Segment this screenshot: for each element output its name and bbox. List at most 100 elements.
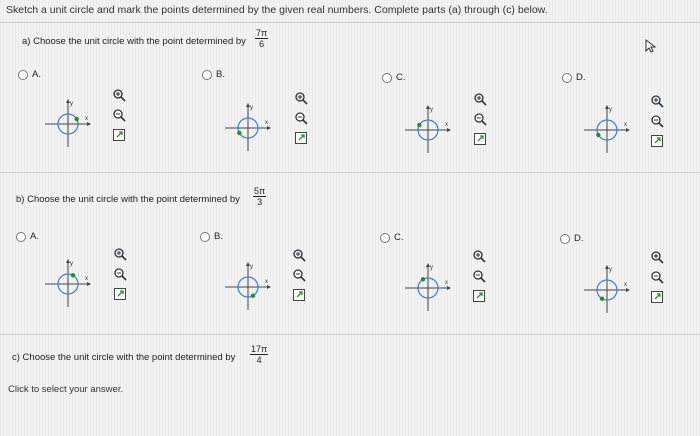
part-c-question: c) Choose the unit circle with the point… bbox=[12, 352, 236, 363]
unit-circle-graph: xy bbox=[405, 263, 451, 311]
part-b-option-d[interactable]: D. bbox=[560, 233, 584, 244]
expand-icon[interactable] bbox=[650, 290, 664, 304]
graph-tools bbox=[650, 94, 664, 148]
x-axis-label: x bbox=[85, 116, 88, 122]
radio-button[interactable] bbox=[16, 231, 26, 242]
zoom-in-icon[interactable] bbox=[473, 92, 487, 106]
instruction-bar: Sketch a unit circle and mark the points… bbox=[0, 0, 700, 23]
unit-circle-graph: xy bbox=[584, 265, 630, 313]
part-b-question: b) Choose the unit circle with the point… bbox=[16, 194, 240, 205]
footer-hint: Click to select your answer. bbox=[8, 384, 124, 395]
expand-icon[interactable] bbox=[650, 134, 664, 148]
marked-point bbox=[74, 116, 79, 122]
part-a-option-a[interactable]: A. bbox=[18, 69, 41, 80]
x-axis-arrow bbox=[626, 288, 630, 292]
zoom-out-icon[interactable] bbox=[472, 269, 486, 283]
radio-button[interactable] bbox=[562, 72, 572, 83]
graph-tools bbox=[292, 248, 306, 302]
x-axis-arrow bbox=[626, 128, 630, 132]
part-a-option-b[interactable]: B. bbox=[202, 69, 225, 80]
instruction-text: Sketch a unit circle and mark the points… bbox=[6, 4, 548, 16]
x-axis-label: x bbox=[624, 122, 627, 128]
part-b-option-b[interactable]: B. bbox=[200, 231, 223, 242]
graph-tools bbox=[112, 88, 126, 142]
zoom-in-icon[interactable] bbox=[112, 88, 126, 102]
y-axis-label: y bbox=[609, 107, 612, 113]
x-axis-label: x bbox=[445, 280, 448, 286]
zoom-out-icon[interactable] bbox=[112, 108, 126, 122]
marked-point bbox=[599, 296, 605, 301]
expand-icon[interactable] bbox=[294, 131, 308, 145]
radio-button[interactable] bbox=[382, 72, 392, 83]
unit-circle-graph: xy bbox=[225, 262, 271, 310]
x-axis-label: x bbox=[624, 282, 627, 288]
x-axis-label: x bbox=[265, 279, 268, 285]
zoom-in-icon[interactable] bbox=[294, 91, 308, 105]
zoom-out-icon[interactable] bbox=[113, 267, 127, 281]
x-axis-label: x bbox=[85, 276, 88, 282]
radio-button[interactable] bbox=[560, 233, 570, 244]
graph-tools bbox=[113, 247, 127, 301]
marked-point bbox=[70, 273, 76, 278]
zoom-out-icon[interactable] bbox=[294, 111, 308, 125]
zoom-in-icon[interactable] bbox=[650, 250, 664, 264]
y-axis-label: y bbox=[250, 105, 253, 111]
part-a-option-c[interactable]: C. bbox=[382, 72, 406, 83]
zoom-in-icon[interactable] bbox=[292, 248, 306, 262]
unit-circle-graph: xy bbox=[405, 105, 451, 153]
marked-point bbox=[420, 277, 426, 282]
zoom-out-icon[interactable] bbox=[292, 268, 306, 282]
y-axis-label: y bbox=[70, 101, 73, 107]
y-axis-label: y bbox=[70, 261, 73, 267]
x-axis-arrow bbox=[267, 285, 271, 289]
expand-icon[interactable] bbox=[112, 128, 126, 142]
zoom-out-icon[interactable] bbox=[650, 270, 664, 284]
y-axis-label: y bbox=[250, 264, 253, 270]
mouse-cursor-icon bbox=[645, 39, 657, 53]
expand-icon[interactable] bbox=[292, 288, 306, 302]
part-a-question: a) Choose the unit circle with the point… bbox=[22, 36, 246, 47]
x-axis-arrow bbox=[87, 122, 91, 126]
radio-button[interactable] bbox=[200, 231, 210, 242]
marked-point bbox=[250, 293, 256, 298]
part-a-option-d[interactable]: D. bbox=[562, 72, 586, 83]
x-axis-label: x bbox=[445, 122, 448, 128]
x-axis-arrow bbox=[87, 282, 91, 286]
marked-point bbox=[237, 130, 242, 136]
unit-circle-graph: xy bbox=[584, 105, 630, 153]
zoom-out-icon[interactable] bbox=[650, 114, 664, 128]
section-divider bbox=[0, 172, 700, 173]
y-axis-label: y bbox=[430, 107, 433, 113]
zoom-in-icon[interactable] bbox=[113, 247, 127, 261]
zoom-in-icon[interactable] bbox=[472, 249, 486, 263]
radio-button[interactable] bbox=[18, 69, 28, 80]
part-c-fraction: 17π 4 bbox=[250, 344, 269, 365]
x-axis-arrow bbox=[447, 128, 451, 132]
marked-point bbox=[417, 122, 422, 128]
x-axis-arrow bbox=[447, 286, 451, 290]
radio-button[interactable] bbox=[380, 232, 390, 243]
y-axis-label: y bbox=[430, 265, 433, 271]
radio-button[interactable] bbox=[202, 69, 212, 80]
part-b-fraction: 5π 3 bbox=[253, 186, 267, 207]
zoom-in-icon[interactable] bbox=[650, 94, 664, 108]
unit-circle-graph: xy bbox=[225, 103, 271, 151]
graph-tools bbox=[294, 91, 308, 145]
zoom-out-icon[interactable] bbox=[473, 112, 487, 126]
part-a-fraction: 7π 6 bbox=[255, 28, 269, 49]
section-divider bbox=[0, 334, 700, 335]
part-b-option-c[interactable]: C. bbox=[380, 232, 404, 243]
marked-point bbox=[596, 132, 601, 138]
part-b-option-a[interactable]: A. bbox=[16, 231, 39, 242]
graph-tools bbox=[650, 250, 664, 304]
y-axis-label: y bbox=[609, 267, 612, 273]
graph-tools bbox=[472, 249, 486, 303]
expand-icon[interactable] bbox=[113, 287, 127, 301]
x-axis-arrow bbox=[267, 126, 271, 130]
expand-icon[interactable] bbox=[472, 289, 486, 303]
expand-icon[interactable] bbox=[473, 132, 487, 146]
unit-circle-graph: xy bbox=[45, 259, 91, 307]
graph-tools bbox=[473, 92, 487, 146]
unit-circle-graph: xy bbox=[45, 99, 91, 147]
x-axis-label: x bbox=[265, 120, 268, 126]
